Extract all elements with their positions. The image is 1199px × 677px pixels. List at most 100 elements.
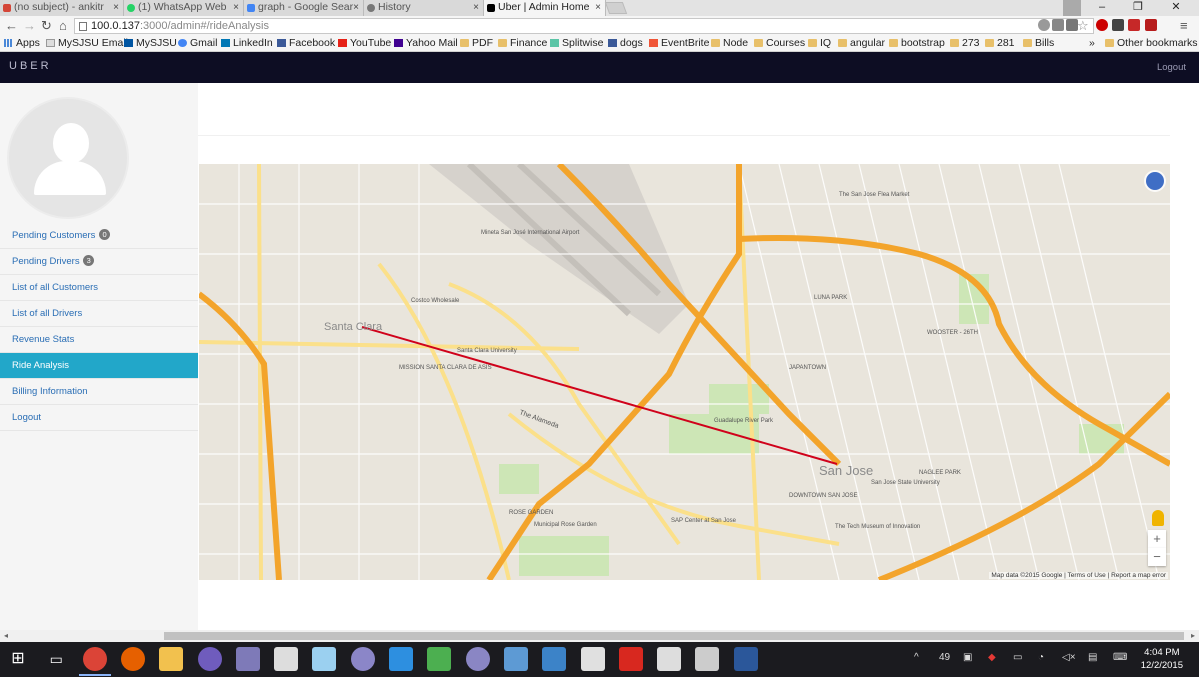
address-bar[interactable]: 100.0.137:3000/admin#/rideAnalysis [74, 18, 1094, 34]
bookmark-angular[interactable]: angular [838, 36, 885, 51]
start-icon[interactable]: ⊞ [6, 647, 30, 671]
zoom-out-button[interactable]: − [1148, 548, 1166, 566]
settings-icon[interactable] [695, 647, 720, 671]
forward-icon[interactable]: → [23, 18, 36, 34]
bookmark-iq[interactable]: IQ [808, 36, 831, 51]
bookmark-finance[interactable]: Finance [498, 36, 547, 51]
bookmark-linkedin[interactable]: LinkedIn [221, 36, 273, 51]
street-view-pegman-icon[interactable] [1152, 510, 1164, 526]
ride-analysis-map[interactable]: Santa Clara San Jose Mineta San José Int… [199, 164, 1170, 580]
bookmark-node[interactable]: Node [711, 36, 748, 51]
back-icon[interactable]: ← [5, 18, 18, 34]
bookmark-273[interactable]: 273 [950, 36, 980, 51]
extension-icon[interactable] [1052, 19, 1064, 31]
other-bookmarks[interactable]: Other bookmarks [1105, 36, 1198, 51]
wifi-icon[interactable]: ◔ [1038, 652, 1044, 663]
eclipse2-icon[interactable] [235, 647, 260, 671]
bookmark-bills[interactable]: Bills [1023, 36, 1054, 51]
map-attribution[interactable]: Map data ©2015 Google | Terms of Use | R… [989, 572, 1168, 579]
more-bookmarks-button[interactable]: » [1089, 36, 1095, 51]
bookmark-dogs[interactable]: dogs [608, 36, 643, 51]
chevron-up-icon[interactable]: ^ [914, 652, 919, 663]
reload-icon[interactable]: ↻ [41, 18, 52, 34]
opera-icon[interactable] [1096, 19, 1108, 31]
edge-icon[interactable] [389, 647, 413, 671]
sidebar-item-billing-information[interactable]: Billing Information [0, 379, 198, 405]
sidebar-item-all-drivers[interactable]: List of all Drivers [0, 301, 198, 327]
battery-icon[interactable]: ▭ [1013, 652, 1022, 663]
brand-logo[interactable]: UBER [9, 60, 52, 72]
paint-icon[interactable] [580, 647, 605, 671]
system-clock[interactable]: 4:04 PM 12/2/2015 [1141, 646, 1183, 672]
extension-icon[interactable] [1038, 19, 1050, 31]
eclipse3-icon[interactable] [350, 647, 375, 671]
close-icon[interactable]: × [595, 0, 601, 15]
tray-app-icon[interactable]: ▣ [963, 652, 972, 663]
calculator-icon[interactable] [274, 647, 299, 671]
word-icon[interactable] [733, 647, 758, 671]
filezilla-icon[interactable] [618, 647, 643, 671]
tab-whatsapp[interactable]: (1) WhatsApp Web × [124, 0, 244, 16]
minimize-button[interactable]: – [1082, 0, 1122, 16]
scroll-right-icon[interactable]: ▸ [1191, 630, 1195, 642]
horizontal-scrollbar[interactable]: ◂ ▸ [0, 630, 1199, 642]
bookmark-bootstrap[interactable]: bootstrap [889, 36, 945, 51]
bookmark-courses[interactable]: Courses [754, 36, 805, 51]
bookmark-mysjsu-email[interactable]: MySJSU Email [46, 36, 128, 51]
acrobat-icon[interactable] [1145, 19, 1157, 31]
restore-button[interactable]: ❐ [1118, 0, 1158, 16]
mysql-icon[interactable] [503, 647, 528, 671]
profile-icon[interactable] [1063, 0, 1081, 16]
sidebar-item-all-customers[interactable]: List of all Customers [0, 275, 198, 301]
eclipse-icon[interactable] [197, 647, 222, 671]
close-icon[interactable]: × [353, 0, 359, 15]
tab-gmail[interactable]: (no subject) - ankitr × [0, 0, 124, 16]
bookmark-pdf[interactable]: PDF [460, 36, 493, 51]
bookmark-star-icon[interactable]: ☆ [1077, 18, 1089, 34]
sidebar-item-ride-analysis[interactable]: Ride Analysis [0, 353, 198, 379]
pocket-icon[interactable] [1112, 19, 1124, 31]
bookmark-facebook[interactable]: Facebook [277, 36, 335, 51]
bookmark-281[interactable]: 281 [985, 36, 1015, 51]
navbar-logout-link[interactable]: Logout [1157, 62, 1186, 73]
excel-tool-icon[interactable] [427, 647, 452, 671]
tab-google-search[interactable]: graph - Google Sear × [244, 0, 364, 16]
task-view-icon[interactable]: ▭ [44, 647, 68, 671]
chrome-icon[interactable] [78, 647, 111, 676]
bookmark-splitwise[interactable]: Splitwise [550, 36, 603, 51]
menu-icon[interactable]: ≡ [1180, 18, 1188, 34]
sidebar-item-logout[interactable]: Logout [0, 405, 198, 431]
bookmark-gmail[interactable]: Gmail [178, 36, 217, 51]
close-icon[interactable]: × [113, 0, 119, 15]
sidebar-item-revenue-stats[interactable]: Revenue Stats [0, 327, 198, 353]
eclipse4-icon[interactable] [465, 647, 490, 671]
firefox-icon[interactable] [120, 647, 145, 671]
sidebar-item-pending-customers[interactable]: Pending Customers 0 [0, 223, 198, 249]
close-window-button[interactable]: ✕ [1156, 0, 1196, 16]
vs-icon[interactable] [542, 647, 567, 671]
map-location-icon[interactable] [1146, 172, 1164, 190]
tab-history[interactable]: History × [364, 0, 484, 16]
new-tab-button[interactable] [604, 2, 628, 14]
home-icon[interactable]: ⌂ [59, 18, 67, 34]
sidebar-item-pending-drivers[interactable]: Pending Drivers 3 [0, 249, 198, 275]
close-icon[interactable]: × [473, 0, 479, 15]
keyboard-icon[interactable]: ⌨ [1113, 652, 1127, 663]
notepad-icon[interactable] [312, 647, 337, 671]
bookmark-youtube[interactable]: YouTube [338, 36, 391, 51]
file-explorer-icon[interactable] [159, 647, 184, 671]
action-center-icon[interactable]: ▤ [1088, 652, 1097, 663]
volume-icon[interactable]: ◁× [1062, 652, 1076, 663]
bookmark-yahoo-mail[interactable]: Yahoo Mail [394, 36, 458, 51]
extension-icon[interactable] [1128, 19, 1140, 31]
antivirus-icon[interactable]: ◆ [988, 652, 996, 663]
scrollbar-thumb[interactable] [164, 632, 1184, 640]
bookmark-mysjsu[interactable]: MySJSU [124, 36, 177, 51]
bookmark-eventbrite[interactable]: EventBrite [649, 36, 709, 51]
close-icon[interactable]: × [233, 0, 239, 15]
scroll-left-icon[interactable]: ◂ [4, 630, 8, 642]
zoom-in-button[interactable]: + [1148, 530, 1166, 548]
extension-icon[interactable] [1066, 19, 1078, 31]
tab-uber-admin[interactable]: Uber | Admin Home × [484, 0, 606, 16]
bookmark-apps[interactable]: Apps [4, 36, 40, 51]
